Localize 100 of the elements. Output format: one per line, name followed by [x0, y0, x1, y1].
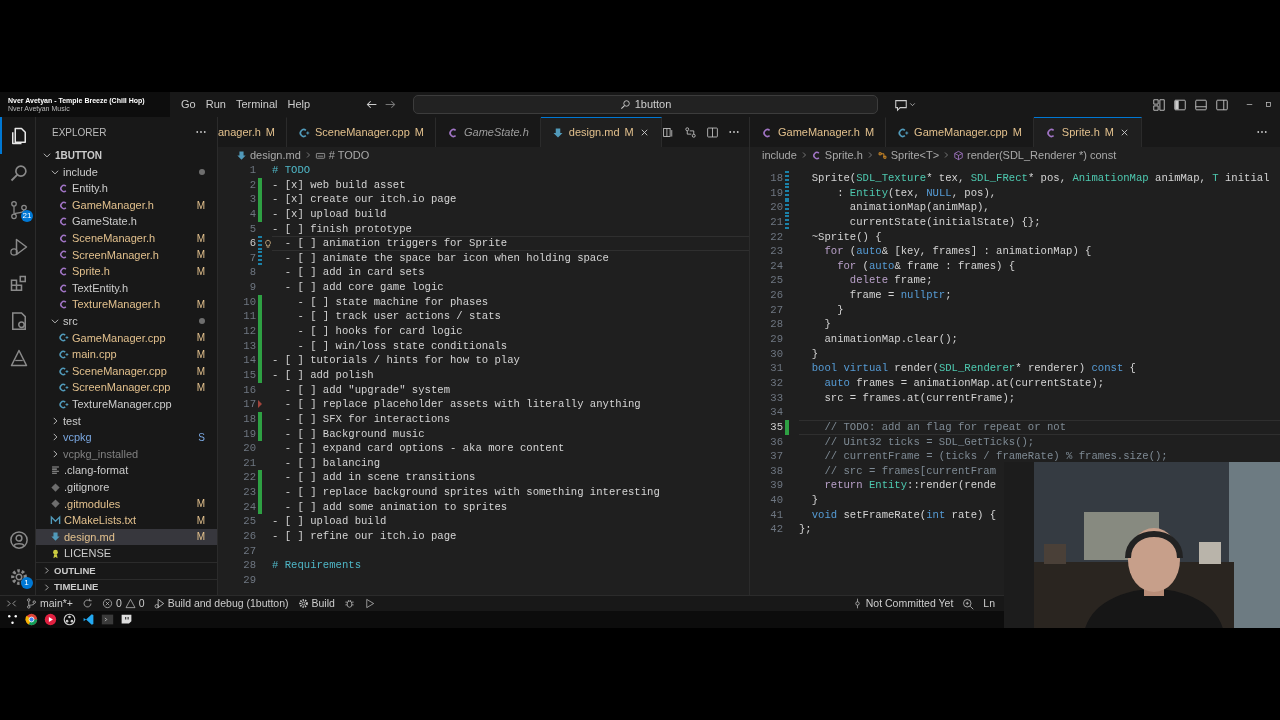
error-icon[interactable] [102, 598, 113, 609]
file-item[interactable]: SceneManager.cpp M [36, 362, 217, 380]
error-count[interactable]: 0 [116, 596, 122, 611]
editor-tab[interactable]: GameManager.h M [750, 117, 887, 147]
file-item[interactable]: GameState.h [36, 213, 217, 230]
line-number: 11 [242, 309, 256, 325]
breadcrumb[interactable]: Sprite<T> [876, 146, 940, 164]
folder-item[interactable]: 1BUTTON [36, 147, 217, 164]
back-icon[interactable] [365, 98, 378, 111]
dots-icon[interactable] [6, 613, 19, 626]
compare-changes-icon[interactable] [683, 125, 697, 139]
file-item[interactable]: .gitignore [36, 478, 217, 496]
breadcrumb[interactable]: include [762, 146, 797, 164]
play-icon[interactable] [363, 598, 375, 609]
file-item[interactable]: GameManager.h M [36, 196, 217, 214]
code-text: - [x] upload build [272, 207, 387, 220]
file-item[interactable]: .gitmodules M [36, 495, 217, 513]
search-field[interactable]: 1button [413, 95, 878, 114]
flask-icon[interactable] [8, 347, 29, 368]
code-token: currentState(initialState) {}; [848, 215, 1041, 228]
file-item[interactable]: ScreenManager.cpp M [36, 379, 217, 396]
chat-icon[interactable] [894, 97, 908, 112]
cmake-file-icon [50, 514, 61, 526]
editor-tab[interactable]: GameState.h [435, 117, 541, 147]
secondary-sidebar-icon[interactable] [1215, 97, 1229, 112]
line-number: 29 [242, 572, 256, 588]
folder-item[interactable]: test [36, 412, 217, 430]
status-text[interactable]: main*+ [40, 596, 73, 611]
editor-tab[interactable]: anager.h M [218, 117, 287, 147]
file-item[interactable]: TextureManager.h M [36, 296, 217, 313]
lightbulb-icon[interactable] [263, 238, 273, 249]
section-header[interactable]: OUTLINE [36, 562, 217, 579]
chat-app-icon[interactable] [120, 613, 133, 626]
breadcrumb[interactable]: Sprite.h [810, 146, 863, 164]
layout-icon[interactable] [1152, 97, 1166, 112]
browser-icon[interactable] [25, 613, 38, 626]
file-item[interactable]: LICENSE [36, 545, 217, 562]
file-item[interactable]: TextEntity.h [36, 279, 217, 297]
breadcrumb[interactable]: render(SDL_Renderer *) const [953, 146, 1117, 164]
panel-toggle-icon[interactable] [1194, 97, 1208, 112]
warning-icon[interactable] [124, 598, 136, 609]
restore-icon[interactable] [1263, 99, 1274, 110]
sidebar-toggle-icon[interactable] [1173, 97, 1187, 112]
folder-item[interactable]: vcpkg_installed [36, 445, 217, 463]
file-item[interactable]: design.md M [36, 528, 217, 546]
account-icon[interactable] [8, 529, 29, 550]
terminal-icon[interactable] [101, 613, 114, 626]
line-number: 19 [769, 185, 783, 201]
folder-item[interactable]: vcpkg S [36, 429, 217, 446]
run-debug-icon[interactable] [153, 598, 165, 609]
caret-icon[interactable] [908, 100, 917, 109]
code-editor-icon[interactable] [82, 613, 95, 626]
status-text[interactable]: Build [311, 596, 335, 611]
code-text: # TODO [272, 164, 311, 176]
file-item[interactable]: TextureManager.cpp [36, 395, 217, 413]
music-icon[interactable] [44, 613, 57, 626]
split-editor-icon[interactable] [705, 125, 719, 139]
settings-icon[interactable] [8, 566, 29, 587]
file-item[interactable]: Sprite.h M [36, 263, 217, 280]
breadcrumb[interactable]: # TODO [314, 146, 370, 164]
code-token: AnimationMap [1072, 172, 1149, 184]
menu-item[interactable]: Run [205, 96, 226, 113]
status-text[interactable]: Not Committed Yet [865, 596, 954, 611]
forward-icon[interactable] [384, 98, 397, 111]
recorder-icon[interactable] [63, 613, 76, 626]
folder-item[interactable]: src [36, 312, 217, 330]
menu-item[interactable]: Go [181, 96, 196, 113]
editor-tab[interactable]: design.md M [540, 117, 662, 147]
editor-tab[interactable]: GameManager.cpp M [886, 117, 1034, 147]
editor-tab[interactable]: SceneManager.cpp M [287, 117, 436, 147]
branch-icon[interactable] [26, 598, 37, 609]
run-debug-icon[interactable] [8, 236, 29, 257]
menu-item[interactable]: Help [287, 96, 311, 113]
file-item[interactable]: main.cpp M [36, 346, 217, 363]
status-text[interactable]: Build and debug (1button) [167, 596, 289, 611]
warning-count[interactable]: 0 [138, 596, 145, 611]
extensions-icon[interactable] [8, 273, 29, 294]
search-icon[interactable] [8, 162, 29, 183]
code-token: frame = [848, 289, 896, 302]
branch-icon[interactable] [8, 199, 29, 220]
file-item[interactable]: CMakeLists.txt M [36, 512, 217, 529]
editor-tab[interactable]: Sprite.h M [1033, 117, 1142, 147]
sync-icon[interactable] [82, 598, 93, 609]
menu-item[interactable]: Terminal [235, 96, 278, 113]
file-item[interactable]: SceneManager.h M [36, 229, 217, 247]
status-letter: M [196, 331, 205, 346]
breadcrumb[interactable]: design.md [236, 146, 301, 164]
gear-icon[interactable] [297, 598, 309, 609]
status-text[interactable]: Ln [983, 596, 995, 611]
file-item[interactable]: ScreenManager.h M [36, 246, 217, 264]
remote-icon[interactable] [6, 598, 17, 609]
file-item[interactable]: .clang-format [36, 462, 217, 479]
file-item[interactable]: GameManager.cpp M [36, 329, 217, 347]
line-number: 41 [769, 507, 783, 523]
zoom-icon[interactable] [962, 597, 975, 610]
preview-icon[interactable] [661, 125, 675, 139]
bug-icon[interactable] [343, 598, 355, 609]
file-item[interactable]: Entity.h [36, 180, 217, 197]
c-file-icon [810, 149, 822, 161]
folder-item[interactable]: include [36, 163, 217, 181]
